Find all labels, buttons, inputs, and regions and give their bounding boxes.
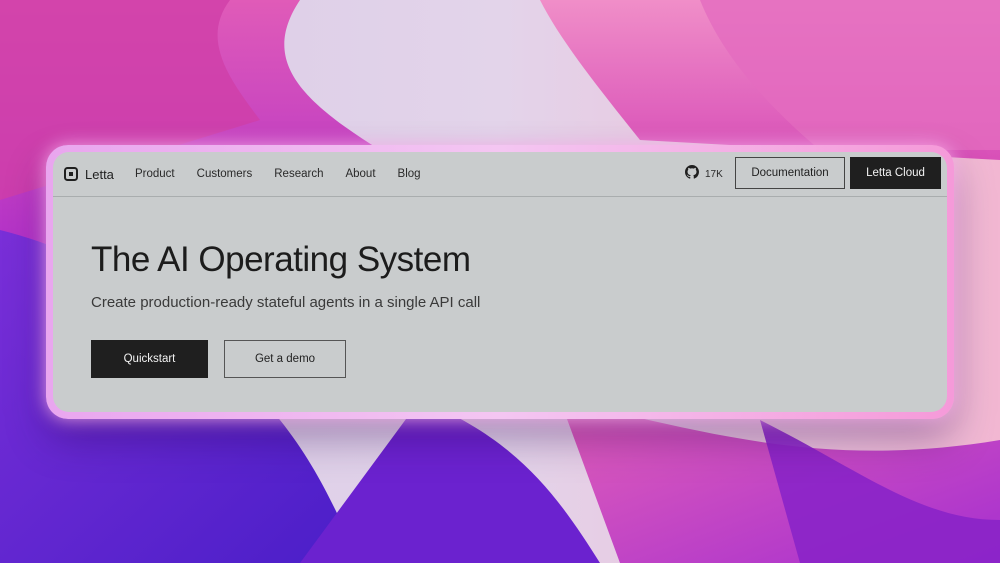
github-star-count: 17K (705, 169, 723, 180)
nav-item-about[interactable]: About (345, 165, 375, 183)
browser-frame: Letta Product Customers Research About B… (46, 145, 954, 419)
browser-window: Letta Product Customers Research About B… (53, 152, 947, 412)
nav-item-research[interactable]: Research (274, 165, 323, 183)
letta-cloud-button[interactable]: Letta Cloud (850, 157, 941, 189)
nav-item-customers[interactable]: Customers (197, 165, 253, 183)
github-icon (685, 165, 699, 184)
get-demo-button[interactable]: Get a demo (224, 340, 346, 378)
documentation-button[interactable]: Documentation (735, 157, 845, 189)
letta-logo-icon (64, 167, 78, 181)
brand-name: Letta (85, 166, 114, 182)
nav-item-product[interactable]: Product (135, 165, 175, 183)
nav-links: Product Customers Research About Blog (135, 165, 443, 183)
nav-item-blog[interactable]: Blog (398, 165, 421, 183)
hero-subtitle: Create production-ready stateful agents … (91, 294, 481, 311)
quickstart-button[interactable]: Quickstart (91, 340, 208, 378)
top-navbar: Letta Product Customers Research About B… (53, 152, 947, 197)
brand-logo[interactable]: Letta (64, 165, 114, 183)
github-stars-link[interactable]: 17K (685, 165, 723, 184)
hero-title: The AI Operating System (91, 240, 471, 279)
